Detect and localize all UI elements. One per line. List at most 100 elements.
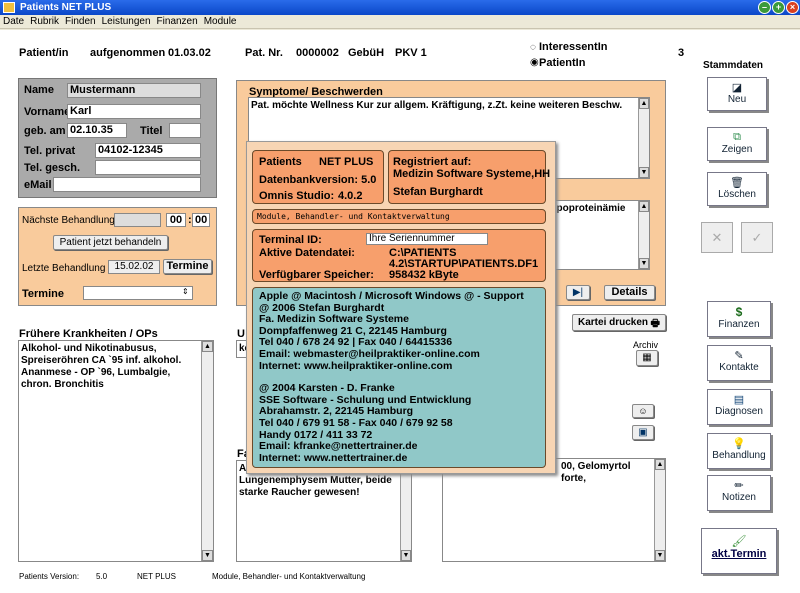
calendar-icon[interactable]: ▦ bbox=[636, 350, 658, 366]
tel-privat-label: Tel. privat bbox=[24, 145, 76, 157]
credit-line: @ 2004 Karsten - D. Franke bbox=[259, 382, 395, 395]
medikation-scrollbar[interactable]: ▲ ▼ bbox=[654, 459, 665, 561]
naechste-behandlung-label: Nächste Behandlung bbox=[22, 215, 115, 226]
termine-button[interactable]: Termine bbox=[163, 259, 212, 274]
radio-interessent-label: InteressentIn bbox=[539, 41, 608, 53]
scroll-up-icon[interactable]: ▲ bbox=[655, 459, 665, 470]
gebuh-label: GebüH bbox=[348, 47, 385, 59]
about-omnis-version: 4.0.2 bbox=[338, 190, 363, 202]
pencil-icon: ✏ bbox=[734, 480, 744, 492]
familie-text[interactable]: AsLungenemphysem Mutter, beide starke Ra… bbox=[236, 460, 412, 562]
naechste-date-field[interactable] bbox=[114, 213, 161, 227]
titel-field[interactable] bbox=[169, 123, 201, 138]
trash-icon: 🗑 bbox=[730, 177, 744, 189]
footer-version-value: 5.0 bbox=[96, 572, 108, 581]
geb-label: geb. am bbox=[24, 125, 66, 137]
stammdaten-label: Stammdaten bbox=[703, 60, 764, 71]
diagnosen-button[interactable]: ▤ Diagnosen bbox=[707, 389, 771, 425]
close-icon[interactable]: × bbox=[786, 1, 799, 14]
fruehere-krankheiten-text[interactable]: Alkohol- und Nikotinabusus, Spreiseröhre… bbox=[18, 340, 214, 562]
scroll-down-icon[interactable]: ▼ bbox=[639, 167, 649, 178]
next-record-icon[interactable]: ▶| bbox=[566, 285, 590, 300]
email-label: eMail bbox=[24, 179, 52, 191]
zeigen-button[interactable]: ⧉ Zeigen bbox=[707, 127, 767, 161]
menu-finanzen[interactable]: Finanzen bbox=[154, 15, 201, 28]
radio-patient-icon[interactable]: ◉ bbox=[530, 57, 539, 68]
menu-date[interactable]: Date bbox=[0, 15, 27, 28]
about-datei-label: Aktive Datendatei: bbox=[259, 247, 355, 259]
archiv-label: Archiv bbox=[633, 340, 659, 350]
about-terminal-field[interactable]: Ihre Seriennummer bbox=[366, 233, 488, 245]
title-bar: Patients NET PLUS – + × bbox=[0, 0, 800, 15]
brush-icon: 🖌 bbox=[731, 534, 747, 548]
termine-label: Termine bbox=[22, 288, 64, 300]
about-registriert-firma: Medizin Software Systeme,HH bbox=[393, 168, 551, 180]
titel-label: Titel bbox=[140, 125, 163, 137]
naechste-hour-field[interactable]: 00 bbox=[166, 213, 186, 227]
about-module-box: Module, Behandler- und Kontaktverwaltung bbox=[252, 209, 546, 224]
select-arrow-icon[interactable]: ⇕ bbox=[182, 287, 189, 296]
letzte-behandlung-field[interactable]: 15.02.02 bbox=[108, 260, 160, 274]
menu-leistungen[interactable]: Leistungen bbox=[99, 15, 154, 28]
termine-select[interactable] bbox=[83, 286, 193, 300]
finanzen-button[interactable]: $ Finanzen bbox=[707, 301, 771, 337]
scroll-up-icon[interactable]: ▲ bbox=[639, 98, 649, 109]
credit-line: Internet: www.nettertrainer.de bbox=[259, 451, 408, 464]
kontakte-button[interactable]: ✎ Kontakte bbox=[707, 345, 771, 381]
tel-gesch-label: Tel. gesch. bbox=[24, 162, 81, 174]
kartei-drucken-button[interactable]: Kartei drucken 🖶 bbox=[572, 314, 666, 331]
menu-rubrik[interactable]: Rubrik bbox=[27, 15, 62, 28]
footer-module: Module, Behandler- und Kontaktverwaltung bbox=[212, 572, 366, 581]
cancel-icon[interactable]: ✕ bbox=[701, 222, 733, 253]
scroll-up-icon[interactable]: ▲ bbox=[639, 201, 649, 212]
aufgenommen-value: 01.03.02 bbox=[168, 47, 211, 59]
patient-jetzt-behandeln-button[interactable]: Patient jetzt behandeln bbox=[53, 235, 168, 250]
tel-gesch-field[interactable] bbox=[95, 160, 201, 175]
scroll-up-icon[interactable]: ▲ bbox=[202, 341, 213, 352]
scroll-down-icon[interactable]: ▼ bbox=[639, 258, 649, 269]
fruehere-scrollbar[interactable]: ▲ ▼ bbox=[201, 341, 213, 561]
window-title: Patients NET PLUS bbox=[20, 2, 112, 13]
befund-scrollbar[interactable]: ▲ ▼ bbox=[638, 201, 649, 269]
notizen-button[interactable]: ✏ Notizen bbox=[707, 475, 771, 511]
person-icon[interactable]: ☺ bbox=[632, 404, 654, 418]
app-icon bbox=[3, 2, 15, 13]
about-speicher-value: 958432 kByte bbox=[389, 269, 459, 281]
akt-termin-button[interactable]: 🖌 akt.Termin bbox=[701, 528, 777, 574]
gebuh-value: PKV 1 bbox=[395, 47, 427, 59]
credit-line: Apple @ Macintosh / Microsoft Windows @ … bbox=[259, 290, 524, 302]
about-omnis-label: Omnis Studio: bbox=[259, 190, 335, 202]
symptome-scrollbar[interactable]: ▲ ▼ bbox=[638, 98, 649, 178]
footer-version-label: Patients Version: bbox=[19, 572, 80, 581]
loeschen-button[interactable]: 🗑 Löschen bbox=[707, 172, 767, 206]
menu-module[interactable]: Module bbox=[201, 15, 240, 28]
familie-scrollbar[interactable]: ▲▼ bbox=[400, 461, 411, 561]
kartei-drucken-label: Kartei drucken bbox=[578, 317, 649, 328]
vorname-field[interactable]: Karl bbox=[67, 104, 201, 119]
fruehere-krankheiten-label: Frühere Krankheiten / OPs bbox=[19, 328, 158, 340]
name-field[interactable]: Mustermann bbox=[67, 83, 201, 98]
details-button[interactable]: Details bbox=[604, 285, 655, 300]
behandlung-button[interactable]: 💡 Behandlung bbox=[707, 433, 771, 469]
radio-interessent-icon[interactable]: ◌ bbox=[530, 42, 536, 53]
diagnosen-label: Diagnosen bbox=[715, 406, 763, 417]
geb-field[interactable]: 02.10.35 bbox=[67, 123, 127, 138]
minimize-icon[interactable]: – bbox=[758, 1, 771, 14]
tel-privat-field[interactable]: 04102-12345 bbox=[95, 143, 201, 158]
scroll-down-icon[interactable]: ▼ bbox=[202, 550, 213, 561]
scroll-down-icon[interactable]: ▼ bbox=[655, 550, 665, 561]
about-db-version: Datenbankversion: 5.0 bbox=[259, 174, 377, 186]
kontakte-label: Kontakte bbox=[719, 362, 759, 373]
neu-button[interactable]: ◪ Neu bbox=[707, 77, 767, 111]
radio-patient-label: PatientIn bbox=[539, 57, 586, 69]
maximize-icon[interactable]: + bbox=[772, 1, 785, 14]
diagnosis-icon: ▤ bbox=[733, 394, 745, 406]
familie-text-body: Lungenemphysem Mutter, beide starke Rauc… bbox=[239, 475, 392, 498]
save-icon[interactable]: ▣ bbox=[632, 425, 654, 440]
about-speicher-label: Verfügbarer Speicher: bbox=[259, 269, 374, 281]
menu-finden[interactable]: Finden bbox=[62, 15, 99, 28]
confirm-icon[interactable]: ✓ bbox=[741, 222, 773, 253]
naechste-minute-field[interactable]: 00 bbox=[192, 213, 210, 227]
email-field[interactable] bbox=[53, 177, 201, 192]
scroll-down-icon[interactable]: ▼ bbox=[401, 550, 411, 561]
